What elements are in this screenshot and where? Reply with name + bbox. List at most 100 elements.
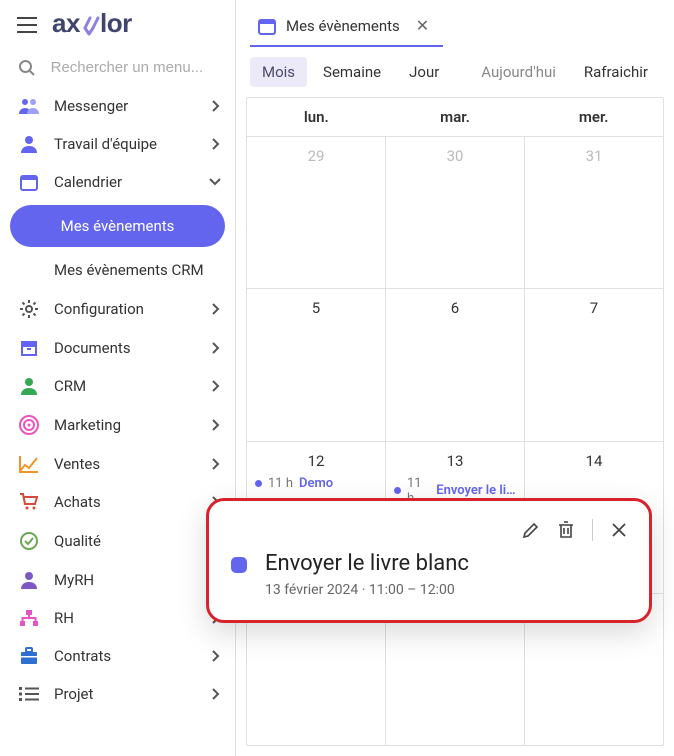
sidebar-item-rh[interactable]: RH [0,599,235,637]
sidebar-item-label: Ventes [54,455,197,473]
sidebar-item-ventes[interactable]: Ventes [0,445,235,483]
cart-icon [18,493,40,511]
sidebar-item-marketing[interactable]: Marketing [0,405,235,445]
sidebar-item-contrats[interactable]: Contrats [0,637,235,675]
sidebar-item-messenger[interactable]: Messenger [0,87,235,125]
person-icon [18,135,40,153]
sidebar-item-projet[interactable]: Projet [0,675,235,713]
trash-icon[interactable] [558,521,574,539]
calendar-icon [18,173,40,191]
edit-icon[interactable] [522,521,540,539]
search-input[interactable] [49,58,221,77]
calendar-cell[interactable]: 31 [524,137,663,288]
sidebar-item-travail-equipe[interactable]: Travail d'équipe [0,125,235,163]
chevron-down-icon [209,177,221,187]
sidebar-item-label: CRM [54,377,197,395]
chevron-right-icon [211,303,221,315]
sidebar-item-label: Projet [54,685,197,703]
sidebar-subitem-mes-evenements[interactable]: Mes évènements [10,205,225,247]
sidebar-item-qualite[interactable]: Qualité [0,521,235,561]
sidebar-subitem-mes-evenements-crm[interactable]: Mes évènements CRM [0,251,235,289]
sidebar-item-label: Achats [54,493,197,511]
calendar-cell[interactable]: 5 [247,289,385,440]
chevron-right-icon [211,380,221,392]
tab-mes-evenements[interactable]: Mes évènements ✕ [250,8,443,47]
close-icon[interactable] [611,522,627,538]
calendar-cell[interactable]: 30 [385,137,524,288]
search-icon[interactable] [18,59,37,77]
sidebar-item-crm[interactable]: CRM [0,367,235,405]
tab-bar: Mes évènements ✕ [236,0,674,47]
calendar-cell[interactable]: 6 [385,289,524,440]
check-badge-icon [18,531,40,551]
main: Mes évènements ✕ Mois Semaine Jour Aujou… [236,0,674,756]
tab-title: Mes évènements [286,17,400,35]
sidebar-item-label: Contrats [54,647,197,665]
calendar-header-cell: lun. [247,98,386,136]
sidebar-item-label: Documents [54,339,197,357]
event-title: Demo [299,476,333,491]
org-chart-icon [18,609,40,627]
sidebar-item-achats[interactable]: Achats [0,483,235,521]
chevron-right-icon [211,138,221,150]
day-number: 12 [247,442,385,474]
calendar-icon [258,17,276,35]
calendar-header-cell: mer. [524,98,663,136]
event-title: Envoyer le livre [436,483,518,498]
calendar-header-row: lun. mar. mer. [247,98,663,136]
person-purple-icon [18,571,40,589]
today-button[interactable]: Aujourd'hui [469,57,568,87]
calendar-header-cell: mar. [386,98,525,136]
chevron-right-icon [211,342,221,354]
refresh-button[interactable]: Rafraichir [572,57,660,87]
sidebar-item-label: RH [54,609,197,627]
chart-up-icon [18,455,40,473]
close-icon[interactable]: ✕ [416,16,429,35]
sidebar-item-label: Messenger [54,97,197,115]
sidebar-item-documents[interactable]: Documents [0,329,235,367]
sidebar-item-label: Mes évènements CRM [54,261,221,279]
event-time: 11 h [268,476,293,491]
chevron-right-icon [211,688,221,700]
svg-text:ax: ax [52,10,81,38]
day-number: 31 [525,137,663,169]
event-popup-subtitle: 13 février 2024 · 11:00 – 12:00 [265,582,469,598]
calendar-toolbar: Mois Semaine Jour Aujourd'hui Rafraichir [236,47,674,97]
chevron-right-icon [211,100,221,112]
day-number: 7 [525,289,663,321]
calendar-row: 567 [247,288,663,440]
view-week-button[interactable]: Semaine [311,57,393,87]
sidebar-item-label: MyRH [54,571,197,589]
person-green-icon [18,377,40,395]
gear-icon [18,299,40,319]
calendar-grid: lun. mar. mer. 2930315671211 h Demo1311 … [246,97,664,746]
sidebar-item-myrh[interactable]: MyRH [0,561,235,599]
event-dot-icon [255,480,262,487]
calendar-cell[interactable]: 29 [247,137,385,288]
view-day-button[interactable]: Jour [397,57,451,87]
sidebar-subitem-configuration[interactable]: Configuration [0,289,235,329]
app-logo: ax lor [52,10,162,40]
target-icon [18,415,40,435]
sidebar: ax lor Messenger [0,0,236,756]
chevron-right-icon [211,458,221,470]
chevron-right-icon [211,650,221,662]
sidebar-item-label: Marketing [54,416,197,434]
view-month-button[interactable]: Mois [250,57,307,87]
archive-icon [18,339,40,357]
calendar-cell[interactable]: 7 [524,289,663,440]
day-number: 5 [247,289,385,321]
menu-icon[interactable] [16,17,38,33]
nav: Messenger Travail d'équipe Calendrier [0,87,235,756]
sidebar-item-label: Mes évènements [61,217,175,235]
sidebar-item-label: Calendrier [54,173,195,191]
briefcase-icon [18,647,40,665]
calendar-event[interactable]: 11 h Demo [247,474,385,493]
svg-text:lor: lor [100,10,132,38]
event-color-bullet [231,557,247,573]
sidebar-item-label: Configuration [54,300,197,318]
day-number: 30 [386,137,524,169]
list-icon [18,686,40,702]
sidebar-item-calendrier[interactable]: Calendrier [0,163,235,201]
sidebar-item-label: Qualité [54,532,197,550]
